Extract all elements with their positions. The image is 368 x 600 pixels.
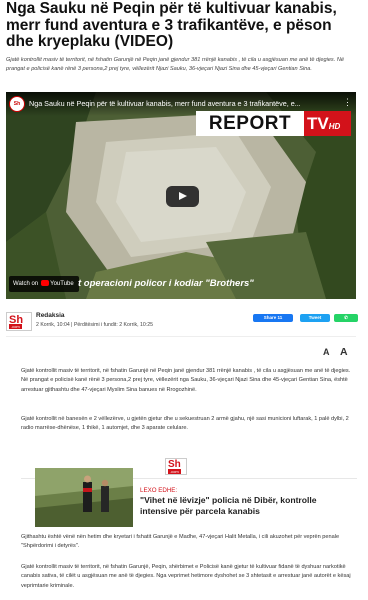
brand-hd-label: HD (328, 122, 341, 131)
body-paragraph-2: Gjatë kontrollit në banesën e 2 vëllezër… (21, 416, 349, 432)
report-tv-logo: REPORT TVHD (196, 111, 351, 136)
body-paragraph-3: Gjithashtu është vënë nën hetim dhe krye… (21, 534, 340, 550)
watch-on-label: Watch on (13, 281, 39, 287)
play-button-icon[interactable] (166, 186, 199, 207)
brand-tv-label: TV (307, 114, 329, 133)
site-logo[interactable]: Sh .com (6, 312, 32, 331)
publish-dates: 2 Korrik, 10:04 | Përditësimi i fundit: … (36, 322, 153, 328)
article-meta: Sh .com Redaksia 2 Korrik, 10:04 | Përdi… (6, 312, 358, 334)
watch-on-youtube-button[interactable]: Watch on YouTube (9, 276, 79, 292)
body-paragraph-1: Gjatë kontrollit masiv të territorit, në… (21, 368, 351, 393)
channel-avatar-label: Sh (13, 101, 21, 107)
youtube-label: YouTube (50, 281, 74, 287)
youtube-icon (41, 280, 50, 287)
brand-tv: TVHD (304, 111, 351, 136)
related-label: LEXO EDHE: (140, 487, 178, 494)
more-vert-icon[interactable]: ⋮ (343, 98, 352, 107)
video-title[interactable]: Nga Sauku në Peqin për të kultivuar kana… (29, 99, 329, 108)
related-thumbnail-image (35, 468, 133, 527)
channel-avatar[interactable]: Sh (9, 96, 25, 112)
related-thumbnail[interactable] (35, 468, 133, 527)
meta-divider (6, 336, 356, 337)
body-paragraph-4: Gjatë kontrollit masiv të territorit, në… (21, 564, 351, 589)
brand-report: REPORT (196, 111, 304, 136)
site-logo-sub: .com (9, 324, 22, 329)
article-lead: Gjatë kontrollit masiv të territorit, në… (6, 57, 344, 72)
facebook-share-button[interactable]: Share 11 (253, 314, 293, 322)
related-badge-sub: .com (168, 469, 181, 474)
video-player[interactable]: Sh Nga Sauku në Peqin për të kultivuar k… (6, 92, 356, 299)
author-name[interactable]: Redaksia (36, 312, 65, 319)
font-decrease-button[interactable]: A (323, 347, 330, 357)
article-title: Nga Sauku në Peqin për të kultivuar kana… (6, 0, 337, 50)
video-ticker: t operacioni policor i kodiar "Brothers" (78, 278, 254, 289)
related-badge: Sh .com (165, 458, 187, 475)
twitter-share-button[interactable]: Tweet (300, 314, 330, 322)
whatsapp-share-button[interactable]: ✆ (334, 314, 358, 322)
related-article-link[interactable]: "Vihet në lëvizje" policia në Dibër, kon… (140, 495, 355, 516)
font-increase-button[interactable]: A (340, 346, 348, 358)
